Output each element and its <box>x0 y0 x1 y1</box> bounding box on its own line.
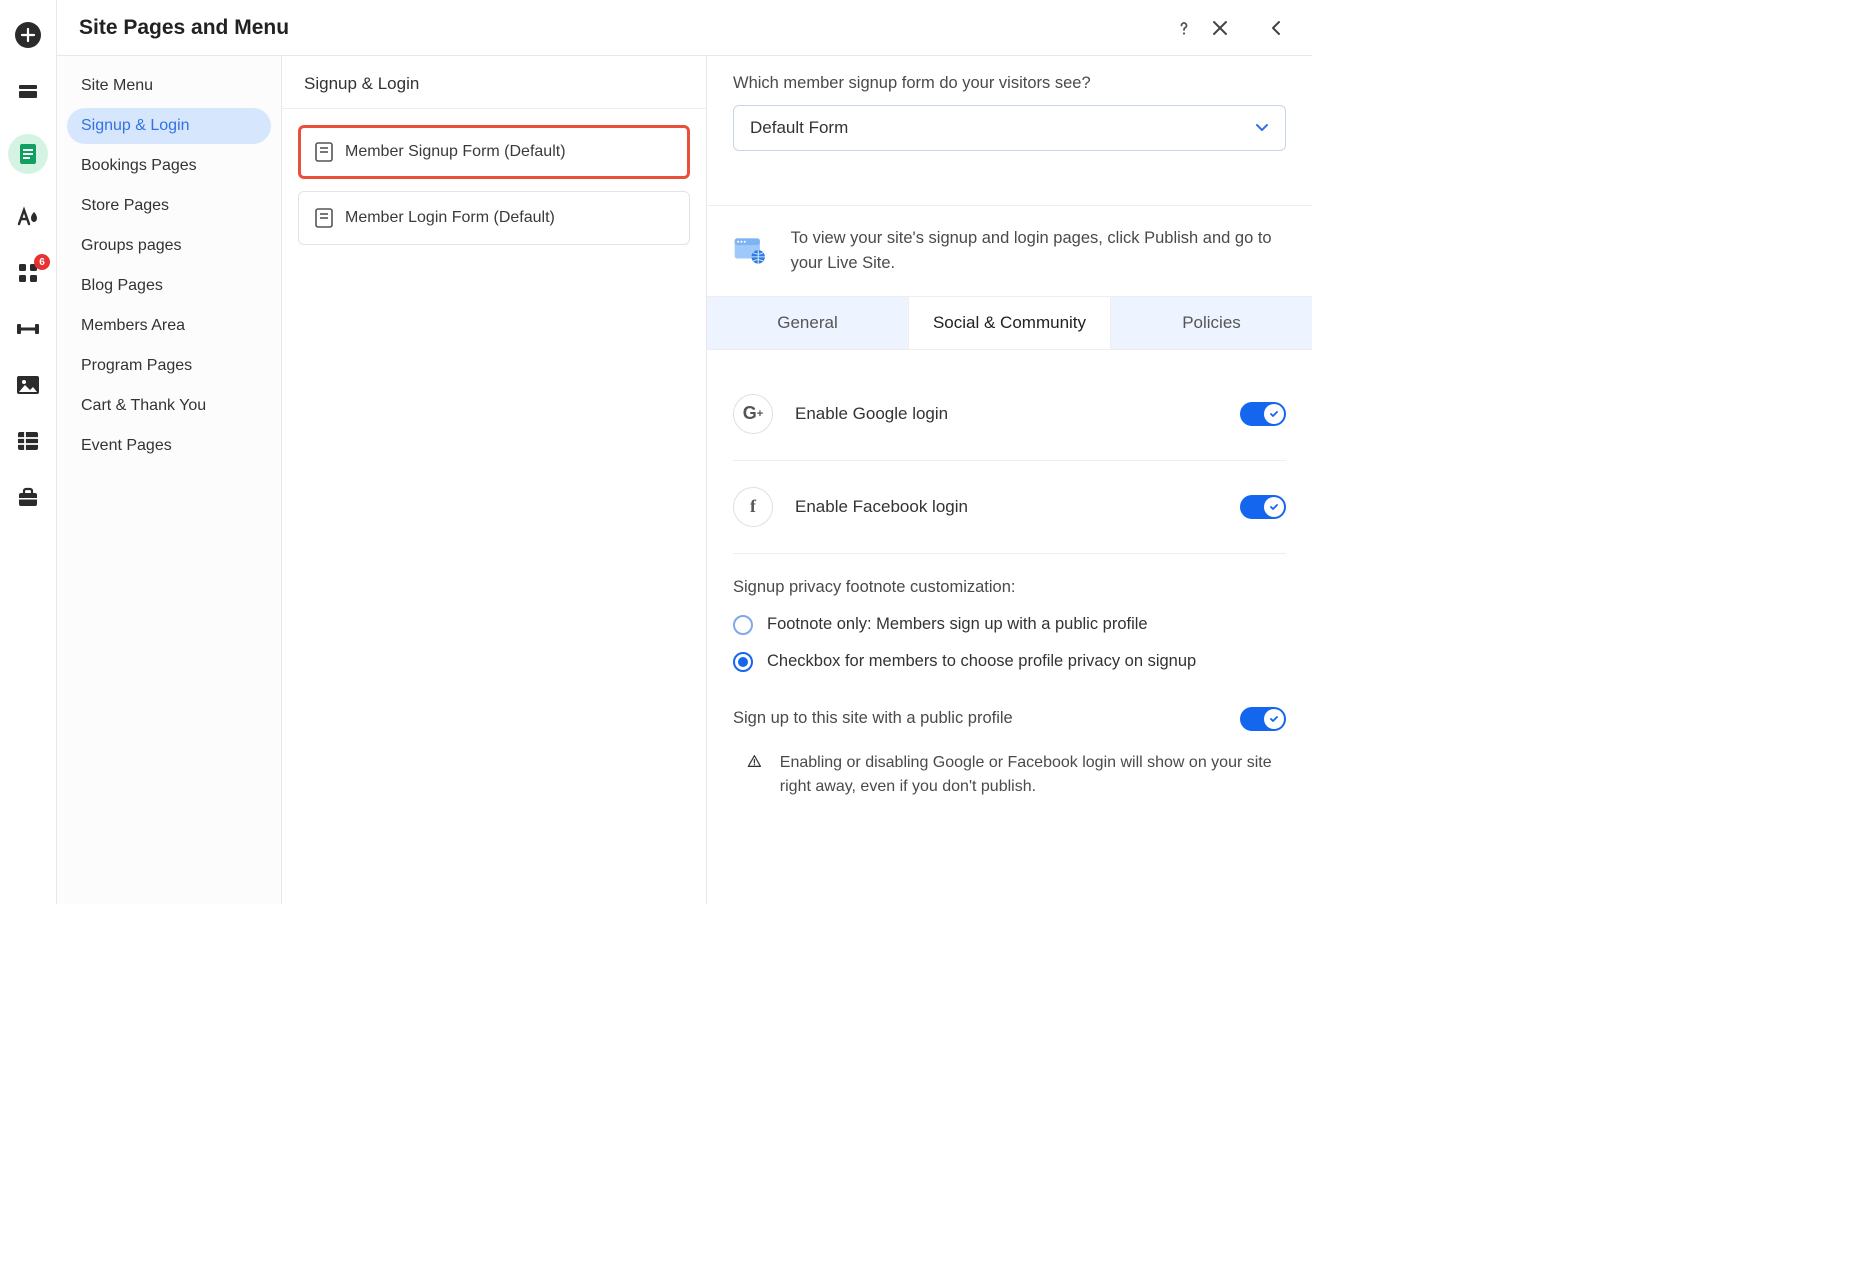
facebook-icon: f <box>733 487 773 527</box>
page-item-signup-form[interactable]: Member Signup Form (Default) <box>298 125 690 179</box>
facebook-login-row: f Enable Facebook login <box>733 461 1286 554</box>
media-icon[interactable] <box>15 372 41 398</box>
facebook-login-label: Enable Facebook login <box>795 497 1218 517</box>
settings-panel: Member Signup Form (Default) Which membe… <box>707 0 1312 904</box>
public-profile-toggle[interactable] <box>1240 707 1286 731</box>
sections-icon[interactable] <box>15 78 41 104</box>
menu-category-panel: Site Menu Signup & Login Bookings Pages … <box>57 0 282 904</box>
menu-cat-members[interactable]: Members Area <box>67 308 271 344</box>
close-icon[interactable] <box>1206 14 1234 42</box>
form-select[interactable]: Default Form <box>733 105 1286 151</box>
fitness-icon[interactable] <box>15 316 41 342</box>
browser-globe-icon <box>733 234 767 268</box>
toggle-knob <box>1264 709 1284 729</box>
menu-cat-program[interactable]: Program Pages <box>67 348 271 384</box>
toggle-knob <box>1264 497 1284 517</box>
menu-cat-event[interactable]: Event Pages <box>67 428 271 464</box>
apps-icon[interactable]: 6 <box>15 260 41 286</box>
form-icon <box>315 208 333 228</box>
menu-cat-bookings[interactable]: Bookings Pages <box>67 148 271 184</box>
tab-social-community[interactable]: Social & Community <box>908 297 1111 349</box>
privacy-radio-checkbox[interactable]: Checkbox for members to choose profile p… <box>733 650 1286 673</box>
tab-general[interactable]: General <box>707 297 908 349</box>
menu-cat-site-menu[interactable]: Site Menu <box>67 68 271 104</box>
warning-row: Enabling or disabling Google or Facebook… <box>733 751 1286 799</box>
pages-header: Site Pages and Menu <box>57 0 1256 56</box>
privacy-radio-footnote[interactable]: Footnote only: Members sign up with a pu… <box>733 613 1286 636</box>
left-icon-rail: 6 <box>0 0 57 904</box>
page-item-label: Member Login Form (Default) <box>345 209 555 227</box>
business-icon[interactable] <box>15 484 41 510</box>
warning-text: Enabling or disabling Google or Facebook… <box>780 751 1286 799</box>
public-profile-label: Sign up to this site with a public profi… <box>733 709 1013 728</box>
warning-icon <box>747 751 762 771</box>
radio-label: Checkbox for members to choose profile p… <box>767 650 1196 673</box>
back-icon[interactable] <box>1262 14 1290 42</box>
info-strip: To view your site's signup and login pag… <box>707 205 1312 297</box>
page-item-login-form[interactable]: Member Login Form (Default) <box>298 191 690 245</box>
google-icon: G+ <box>733 394 773 434</box>
form-question-label: Which member signup form do your visitor… <box>733 74 1286 93</box>
facebook-login-toggle[interactable] <box>1240 495 1286 519</box>
radio-icon <box>733 615 753 635</box>
page-list-section-title: Signup & Login <box>282 56 706 109</box>
radio-label: Footnote only: Members sign up with a pu… <box>767 613 1148 636</box>
google-login-toggle[interactable] <box>1240 402 1286 426</box>
info-text: To view your site's signup and login pag… <box>791 226 1286 276</box>
google-login-label: Enable Google login <box>795 404 1218 424</box>
menu-cat-blog[interactable]: Blog Pages <box>67 268 271 304</box>
help-icon[interactable] <box>1170 14 1198 42</box>
google-login-row: G+ Enable Google login <box>733 368 1286 461</box>
chevron-down-icon <box>1255 123 1269 133</box>
form-icon <box>315 142 333 162</box>
page-list-panel: Signup & Login Member Signup Form (Defau… <box>282 0 707 904</box>
menu-cat-signup-login[interactable]: Signup & Login <box>67 108 271 144</box>
privacy-subhead: Signup privacy footnote customization: <box>733 578 1286 597</box>
public-profile-row: Sign up to this site with a public profi… <box>733 707 1286 731</box>
apps-badge: 6 <box>34 254 50 270</box>
text-theme-icon[interactable] <box>15 204 41 230</box>
toggle-knob <box>1264 404 1284 424</box>
pages-icon[interactable] <box>8 134 48 174</box>
pages-header-title: Site Pages and Menu <box>79 16 1162 40</box>
menu-cat-store[interactable]: Store Pages <box>67 188 271 224</box>
form-select-value: Default Form <box>750 118 848 138</box>
tab-policies[interactable]: Policies <box>1111 297 1312 349</box>
add-icon[interactable] <box>15 22 41 48</box>
settings-tabs: General Social & Community Policies <box>707 297 1312 350</box>
radio-icon <box>733 652 753 672</box>
menu-cat-groups[interactable]: Groups pages <box>67 228 271 264</box>
menu-cat-cart[interactable]: Cart & Thank You <box>67 388 271 424</box>
page-item-label: Member Signup Form (Default) <box>345 143 566 161</box>
table-icon[interactable] <box>15 428 41 454</box>
